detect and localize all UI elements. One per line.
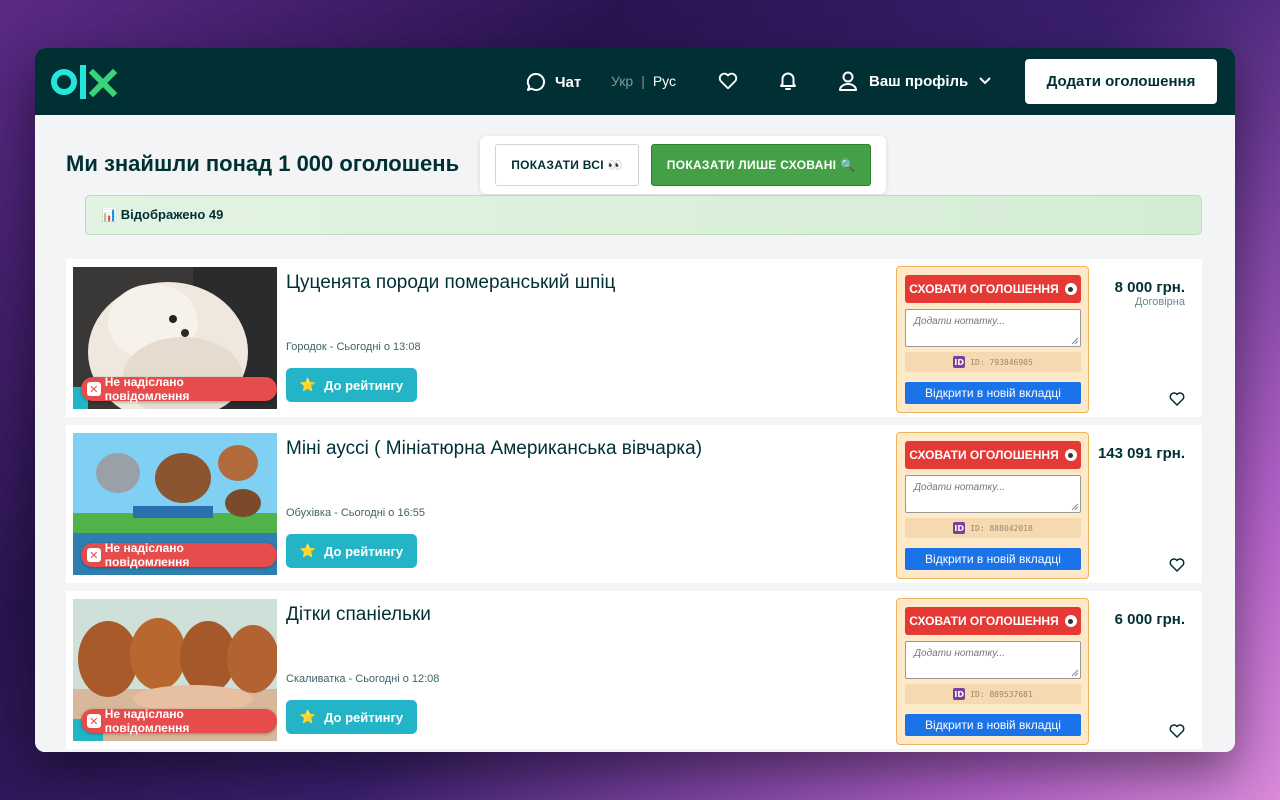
open-new-tab-button[interactable]: Відкрити в новій вкладці xyxy=(905,382,1081,404)
listing-id-value: ID: 889537681 xyxy=(970,689,1033,699)
no-message-badge: ✕ Не надіслано повідомлення xyxy=(81,541,277,569)
heart-icon[interactable] xyxy=(717,70,739,92)
listing-tools-panel: СХОВАТИ ОГОЛОШЕННЯ ID ID: 888042018 Відк… xyxy=(896,432,1089,579)
hide-label: СХОВАТИ ОГОЛОШЕННЯ xyxy=(909,614,1059,628)
show-hidden-button[interactable]: ПОКАЗАТИ ЛИШЕ СХОВАНІ 🔍 xyxy=(651,144,871,186)
listing-location: Скаливатка - Сьогодні о 12:08 xyxy=(286,673,440,685)
lang-separator: | xyxy=(641,73,645,89)
listing-price: 8 000 грн. xyxy=(1114,279,1185,296)
profile-label: Ваш профіль xyxy=(869,72,969,90)
id-icon: ID xyxy=(953,522,966,534)
top-header: Чат Укр | Рус Ваш профіль Додати оголоше… xyxy=(35,48,1235,115)
no-message-badge: ✕ Не надіслано повідомлення xyxy=(81,375,277,403)
bell-icon[interactable] xyxy=(777,69,799,93)
browser-window: Чат Укр | Рус Ваш профіль Додати оголоше… xyxy=(35,48,1235,752)
rating-label: До рейтингу xyxy=(324,709,404,725)
eye-icon xyxy=(1064,615,1077,627)
listing-tools-panel: СХОВАТИ ОГОЛОШЕННЯ ID ID: 793846905 Відк… xyxy=(896,266,1089,413)
lang-uk[interactable]: Укр xyxy=(611,73,633,89)
id-icon: ID xyxy=(953,356,966,368)
listing-thumbnail[interactable]: ✕ Не надіслано повідомлення xyxy=(73,433,277,575)
chat-icon xyxy=(526,72,545,91)
main-content: Ми знайшли понад 1 000 оголошень ПОКАЗАТ… xyxy=(35,115,1235,752)
open-new-tab-button[interactable]: Відкрити в новій вкладці xyxy=(905,548,1081,570)
filter-toggle-panel: ПОКАЗАТИ ВСІ 👀 ПОКАЗАТИ ЛИШЕ СХОВАНІ 🔍 xyxy=(480,136,886,194)
eye-icon xyxy=(1064,449,1077,461)
favorite-heart-icon[interactable] xyxy=(1168,390,1186,408)
rating-label: До рейтингу xyxy=(324,377,404,393)
listing-location: Обухівка - Сьогодні о 16:55 xyxy=(286,507,425,519)
listing-thumbnail[interactable]: ✕ Не надіслано повідомлення xyxy=(73,599,277,741)
show-all-button[interactable]: ПОКАЗАТИ ВСІ 👀 xyxy=(495,144,639,186)
listing-card[interactable]: ✕ Не надіслано повідомлення Дітки спаніе… xyxy=(66,591,1202,749)
lang-ru[interactable]: Рус xyxy=(653,73,676,89)
listing-price: 6 000 грн. xyxy=(1114,611,1185,628)
chat-label: Чат xyxy=(555,73,582,91)
resize-handle-icon[interactable] xyxy=(1071,503,1079,511)
star-icon: ⭐ xyxy=(299,377,317,392)
cross-icon: ✕ xyxy=(87,714,101,728)
no-message-label: Не надіслано повідомлення xyxy=(104,541,190,569)
note-input[interactable] xyxy=(905,641,1081,679)
eye-icon xyxy=(1064,283,1077,295)
shown-count-banner: 📊 Відображено 49 xyxy=(85,195,1202,235)
star-icon: ⭐ xyxy=(299,543,317,558)
id-icon: ID xyxy=(953,688,966,700)
user-icon xyxy=(839,71,857,91)
listing-title[interactable]: Дітки спаніельки xyxy=(286,604,431,626)
favorite-heart-icon[interactable] xyxy=(1168,722,1186,740)
shown-count-label: 📊 Відображено 49 xyxy=(101,207,224,222)
resize-handle-icon[interactable] xyxy=(1071,337,1079,345)
cross-icon: ✕ xyxy=(87,382,101,396)
listing-id: ID ID: 888042018 xyxy=(905,518,1081,538)
listing-card[interactable]: ✕ Не надіслано повідомлення Цуценята пор… xyxy=(66,259,1202,417)
rating-label: До рейтингу xyxy=(324,543,404,559)
listing-tools-panel: СХОВАТИ ОГОЛОШЕННЯ ID ID: 889537681 Відк… xyxy=(896,598,1089,745)
hide-listing-button[interactable]: СХОВАТИ ОГОЛОШЕННЯ xyxy=(905,607,1081,635)
chat-link[interactable]: Чат xyxy=(525,71,581,93)
listing-title[interactable]: Цуценята породи померанський шпіц xyxy=(286,272,615,294)
no-message-label: Не надіслано повідомлення xyxy=(104,707,190,735)
resize-handle-icon[interactable] xyxy=(1071,669,1079,677)
listing-price: 143 091 грн. xyxy=(1097,445,1185,462)
olx-logo[interactable] xyxy=(51,64,121,100)
language-switch: Укр | Рус xyxy=(611,73,676,89)
cross-icon: ✕ xyxy=(87,548,101,562)
note-input[interactable] xyxy=(905,309,1081,347)
listing-card[interactable]: ✕ Не надіслано повідомлення Міні ауссі (… xyxy=(66,425,1202,583)
hide-label: СХОВАТИ ОГОЛОШЕННЯ xyxy=(909,282,1059,296)
listing-id: ID ID: 793846905 xyxy=(905,352,1081,372)
hide-label: СХОВАТИ ОГОЛОШЕННЯ xyxy=(909,448,1059,462)
page-title: Ми знайшли понад 1 000 оголошень xyxy=(66,151,460,176)
chevron-down-icon xyxy=(979,77,991,85)
listing-id-value: ID: 888042018 xyxy=(970,523,1033,533)
profile-menu[interactable]: Ваш профіль xyxy=(837,70,992,92)
listing-id-value: ID: 793846905 xyxy=(970,357,1033,367)
favorite-heart-icon[interactable] xyxy=(1168,556,1186,574)
no-message-badge: ✕ Не надіслано повідомлення xyxy=(81,707,277,735)
add-listing-button[interactable]: Додати оголошення xyxy=(1025,59,1217,104)
listing-id: ID ID: 889537681 xyxy=(905,684,1081,704)
open-new-tab-button[interactable]: Відкрити в новій вкладці xyxy=(905,714,1081,736)
listing-thumbnail[interactable]: ✕ Не надіслано повідомлення xyxy=(73,267,277,409)
negotiable-label: Договірна xyxy=(1134,296,1185,308)
no-message-label: Не надіслано повідомлення xyxy=(104,375,190,403)
add-to-rating-button[interactable]: ⭐ До рейтингу xyxy=(286,368,417,402)
note-input[interactable] xyxy=(905,475,1081,513)
hide-listing-button[interactable]: СХОВАТИ ОГОЛОШЕННЯ xyxy=(905,441,1081,469)
add-to-rating-button[interactable]: ⭐ До рейтингу xyxy=(286,700,417,734)
hide-listing-button[interactable]: СХОВАТИ ОГОЛОШЕННЯ xyxy=(905,275,1081,303)
listing-title[interactable]: Міні ауссі ( Мініатюрна Американська вів… xyxy=(286,438,702,460)
star-icon: ⭐ xyxy=(299,709,317,724)
add-to-rating-button[interactable]: ⭐ До рейтингу xyxy=(286,534,417,568)
listing-location: Городок - Сьогодні о 13:08 xyxy=(286,341,421,353)
